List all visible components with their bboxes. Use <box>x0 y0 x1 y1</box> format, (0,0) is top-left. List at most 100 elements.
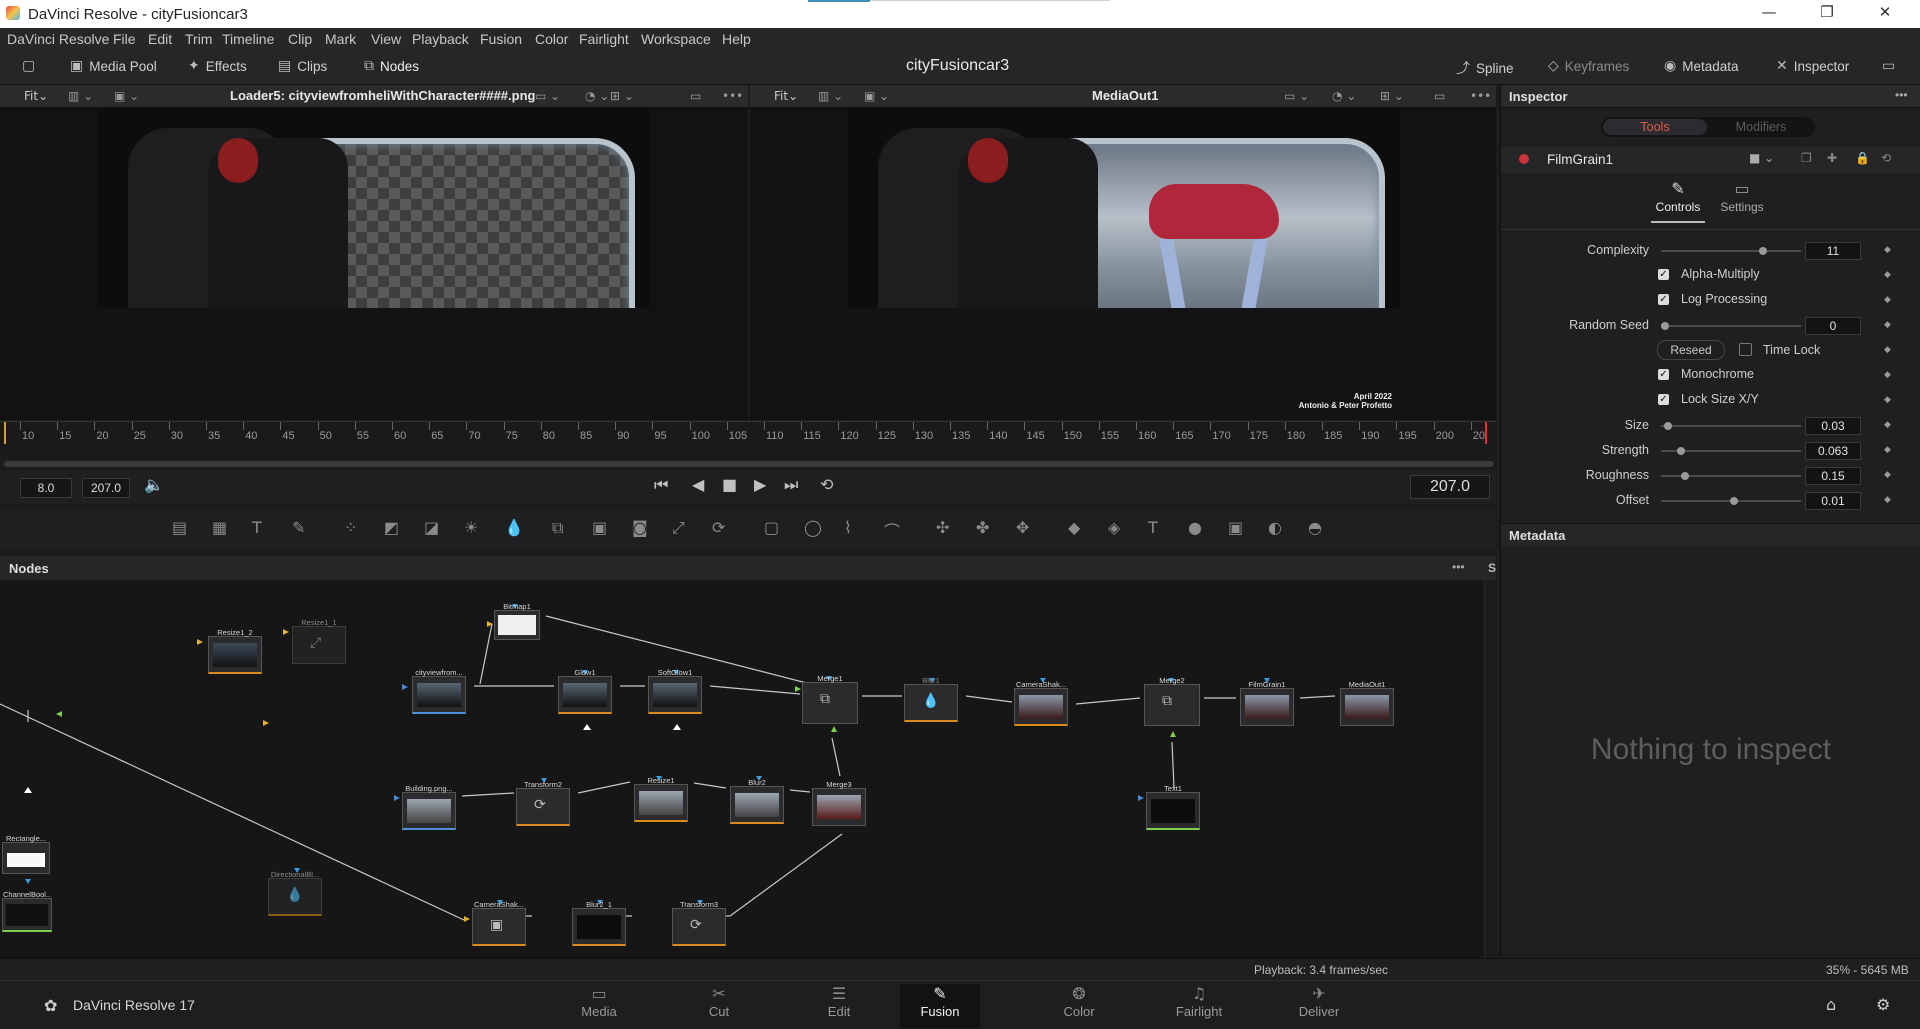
merge3d-icon[interactable]: ◈ <box>1108 518 1120 537</box>
spline-button[interactable]: ⤴ Spline <box>1456 58 1514 78</box>
go-to-end-icon[interactable]: ⏭ <box>784 475 798 495</box>
menu-timeline[interactable]: Timeline <box>222 31 274 47</box>
left-grid-icon[interactable]: ⊞ ⌄ <box>610 89 634 103</box>
fullscreen-button[interactable]: ▭ <box>1882 58 1895 74</box>
right-lut-icon[interactable]: ▣ ⌄ <box>864 89 889 103</box>
node-merge3[interactable]: Merge3 <box>812 780 866 826</box>
node-filmgrain1[interactable]: FilmGrain1 <box>1240 680 1294 726</box>
monochrome-keyframe-icon[interactable]: ◆ <box>1884 370 1891 380</box>
node-softglow1[interactable]: SoftGlow1 <box>648 668 702 714</box>
tool-version-icon[interactable]: ❐ <box>1801 151 1812 165</box>
size-field[interactable]: 0.03 <box>1805 417 1861 435</box>
node-blur2-1[interactable]: Blur2_1 <box>572 900 626 946</box>
alpha-multiply-keyframe-icon[interactable]: ◆ <box>1884 270 1891 280</box>
menu-mark[interactable]: Mark <box>325 31 356 47</box>
matte-tool-icon[interactable]: ◙ <box>632 518 648 537</box>
left-viewer[interactable] <box>0 108 748 420</box>
tracker-icon[interactable]: ✣ <box>936 518 949 537</box>
node-merge2[interactable]: Merge2 ⧉ <box>1144 676 1200 726</box>
right-fit-dropdown[interactable]: Fit⌄ <box>774 89 798 103</box>
go-to-start-icon[interactable]: ⏮ <box>654 475 668 495</box>
page-media[interactable]: ▭ Media <box>559 984 639 1019</box>
text3d-icon[interactable]: T <box>1148 518 1158 537</box>
node-resize1-1[interactable]: Resize1_1 ⤢ <box>292 618 346 664</box>
alpha-multiply-checkbox[interactable]: ✓ <box>1658 269 1669 280</box>
playhead[interactable] <box>1485 422 1487 444</box>
menu-help[interactable]: Help <box>722 31 751 47</box>
complexity-field[interactable]: 11 <box>1805 242 1861 260</box>
volume-icon[interactable]: 🔈 <box>144 475 164 494</box>
menu-davinci-resolve[interactable]: DaVinci Resolve <box>7 31 109 47</box>
tab-tools[interactable]: Tools <box>1603 119 1707 135</box>
light3d-icon[interactable]: ◐ <box>1268 518 1282 537</box>
settings-gear-icon[interactable]: ⚙ <box>1876 995 1890 1014</box>
renderer3d-icon[interactable]: ● <box>1188 518 1202 537</box>
menu-fairlight[interactable]: Fairlight <box>579 31 629 47</box>
render-end-field[interactable]: 207.0 <box>82 478 130 498</box>
channel-tool-icon[interactable]: ▣ <box>592 518 607 537</box>
minimize-button[interactable]: — <box>1746 3 1792 25</box>
brush-tool-icon[interactable]: ✎ <box>292 518 305 537</box>
strength-knob[interactable] <box>1676 447 1685 455</box>
node-channelbool[interactable]: ChannelBool... <box>2 890 52 932</box>
menu-file[interactable]: File <box>113 31 136 47</box>
right-viewer-more-icon[interactable]: ••• <box>1470 89 1491 103</box>
menu-playback[interactable]: Playback <box>412 31 469 47</box>
transform-tool-icon[interactable]: ⟳ <box>712 518 725 537</box>
left-view-options-icon[interactable]: ▭ ⌄ <box>535 89 560 103</box>
node-building-png[interactable]: Building.png... <box>402 784 456 830</box>
inspector-more-icon[interactable]: ••• <box>1895 88 1908 102</box>
left-viewer-more-icon[interactable]: ••• <box>722 89 743 103</box>
planar-tracker-icon[interactable]: ✤ <box>976 518 989 537</box>
time-lock-checkbox[interactable] <box>1739 343 1752 356</box>
current-frame-field[interactable]: 207.0 <box>1410 475 1490 499</box>
offset-keyframe-icon[interactable]: ◆ <box>1884 495 1891 505</box>
menu-fusion[interactable]: Fusion <box>480 31 522 47</box>
monochrome-checkbox[interactable]: ✓ <box>1658 369 1669 380</box>
right-roi-icon[interactable]: ▭ <box>1434 89 1445 103</box>
render-start-field[interactable]: 8.0 <box>20 478 72 498</box>
complexity-keyframe-icon[interactable]: ◆ <box>1884 245 1891 255</box>
page-edit[interactable]: ☰ Edit <box>799 984 879 1019</box>
merge-tool-icon[interactable]: ⧉ <box>552 518 563 538</box>
page-fusion[interactable]: ✎ Fusion <box>900 984 980 1028</box>
left-layout-icon[interactable]: ▥ ⌄ <box>68 89 93 103</box>
node-transform2[interactable]: Transform2 ⟳ <box>516 780 570 826</box>
image-plane3d-icon[interactable]: ◓ <box>1308 518 1322 537</box>
camera-tracker-icon[interactable]: ✥ <box>1016 518 1029 537</box>
size-keyframe-icon[interactable]: ◆ <box>1884 420 1891 430</box>
strength-slider[interactable] <box>1661 447 1801 455</box>
node-resize1[interactable]: Resize1 <box>634 776 688 822</box>
strength-keyframe-icon[interactable]: ◆ <box>1884 445 1891 455</box>
shape3d-icon[interactable]: ◆ <box>1068 518 1080 537</box>
roughness-field[interactable]: 0.15 <box>1805 467 1861 485</box>
right-viewer[interactable]: April 2022 Antonio & Peter Profetto <box>750 108 1496 420</box>
page-color[interactable]: ❂ Color <box>1039 984 1119 1019</box>
ellipse-mask-icon[interactable]: ◯ <box>804 518 822 537</box>
complexity-slider[interactable] <box>1661 247 1801 255</box>
time-lock-keyframe-icon[interactable]: ◆ <box>1884 345 1891 355</box>
blur-tool-icon[interactable]: 💧 <box>504 518 524 537</box>
node-merge1[interactable]: Merge1 ⧉ <box>802 674 858 724</box>
panel-toggle-button[interactable]: ▢ <box>22 58 35 74</box>
metadata-button[interactable]: ◉ Metadata <box>1664 58 1739 74</box>
left-roi-icon[interactable]: ▭ <box>690 89 701 103</box>
nodes-more-icon[interactable]: ••• <box>1452 560 1465 574</box>
tool-lock-icon[interactable]: 🔒 <box>1855 151 1870 165</box>
close-button[interactable]: ✕ <box>1862 3 1908 25</box>
random-seed-slider[interactable] <box>1661 322 1801 330</box>
render-start-marker[interactable] <box>4 422 6 444</box>
subtab-controls[interactable]: ✎ Controls <box>1651 179 1705 223</box>
roughness-keyframe-icon[interactable]: ◆ <box>1884 470 1891 480</box>
node-editor[interactable]: Resize1_2 Resize1_1 ⤢ Bitmap1 cityviewfro… <box>0 580 1484 958</box>
random-seed-keyframe-icon[interactable]: ◆ <box>1884 320 1891 330</box>
node-transform3[interactable]: Transform3 ⟳ <box>672 900 726 946</box>
node-resize1-2[interactable]: Resize1_2 <box>208 628 262 674</box>
complexity-knob[interactable] <box>1758 247 1767 255</box>
tab-modifiers[interactable]: Modifiers <box>1709 119 1813 135</box>
camera3d-icon[interactable]: ▣ <box>1228 518 1243 537</box>
rectangle-mask-icon[interactable]: ▢ <box>764 518 779 537</box>
text-tool-icon[interactable]: T <box>252 518 262 537</box>
node-blur1[interactable]: Blur1 💧 <box>904 676 958 722</box>
color-corrector-icon[interactable]: ◩ <box>384 518 399 537</box>
